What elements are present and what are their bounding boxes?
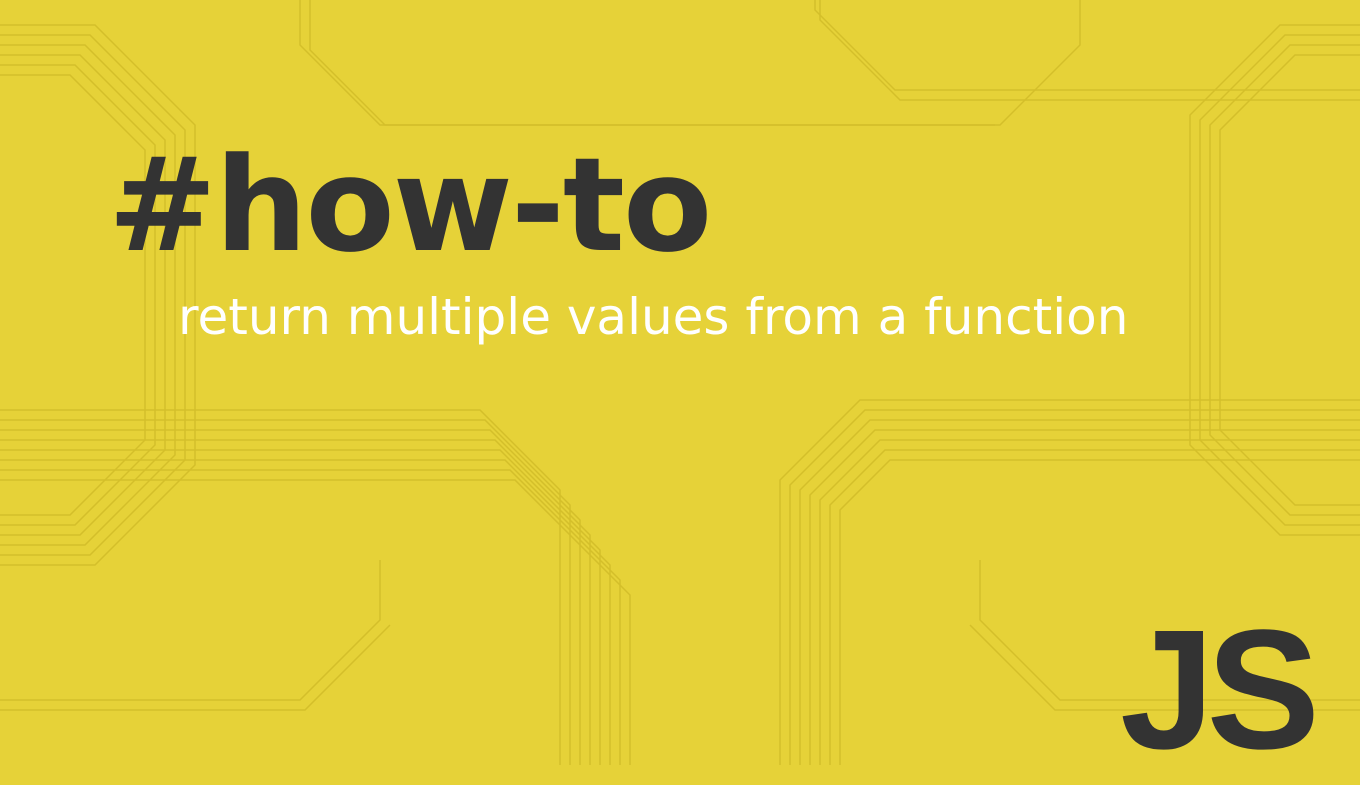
hashtag-heading: #how-to	[108, 140, 1360, 270]
subtitle-text: return multiple values from a function	[178, 288, 1360, 346]
js-logo-text: JS	[1120, 605, 1312, 775]
hero-text-block: #how-to return multiple values from a fu…	[0, 0, 1360, 346]
